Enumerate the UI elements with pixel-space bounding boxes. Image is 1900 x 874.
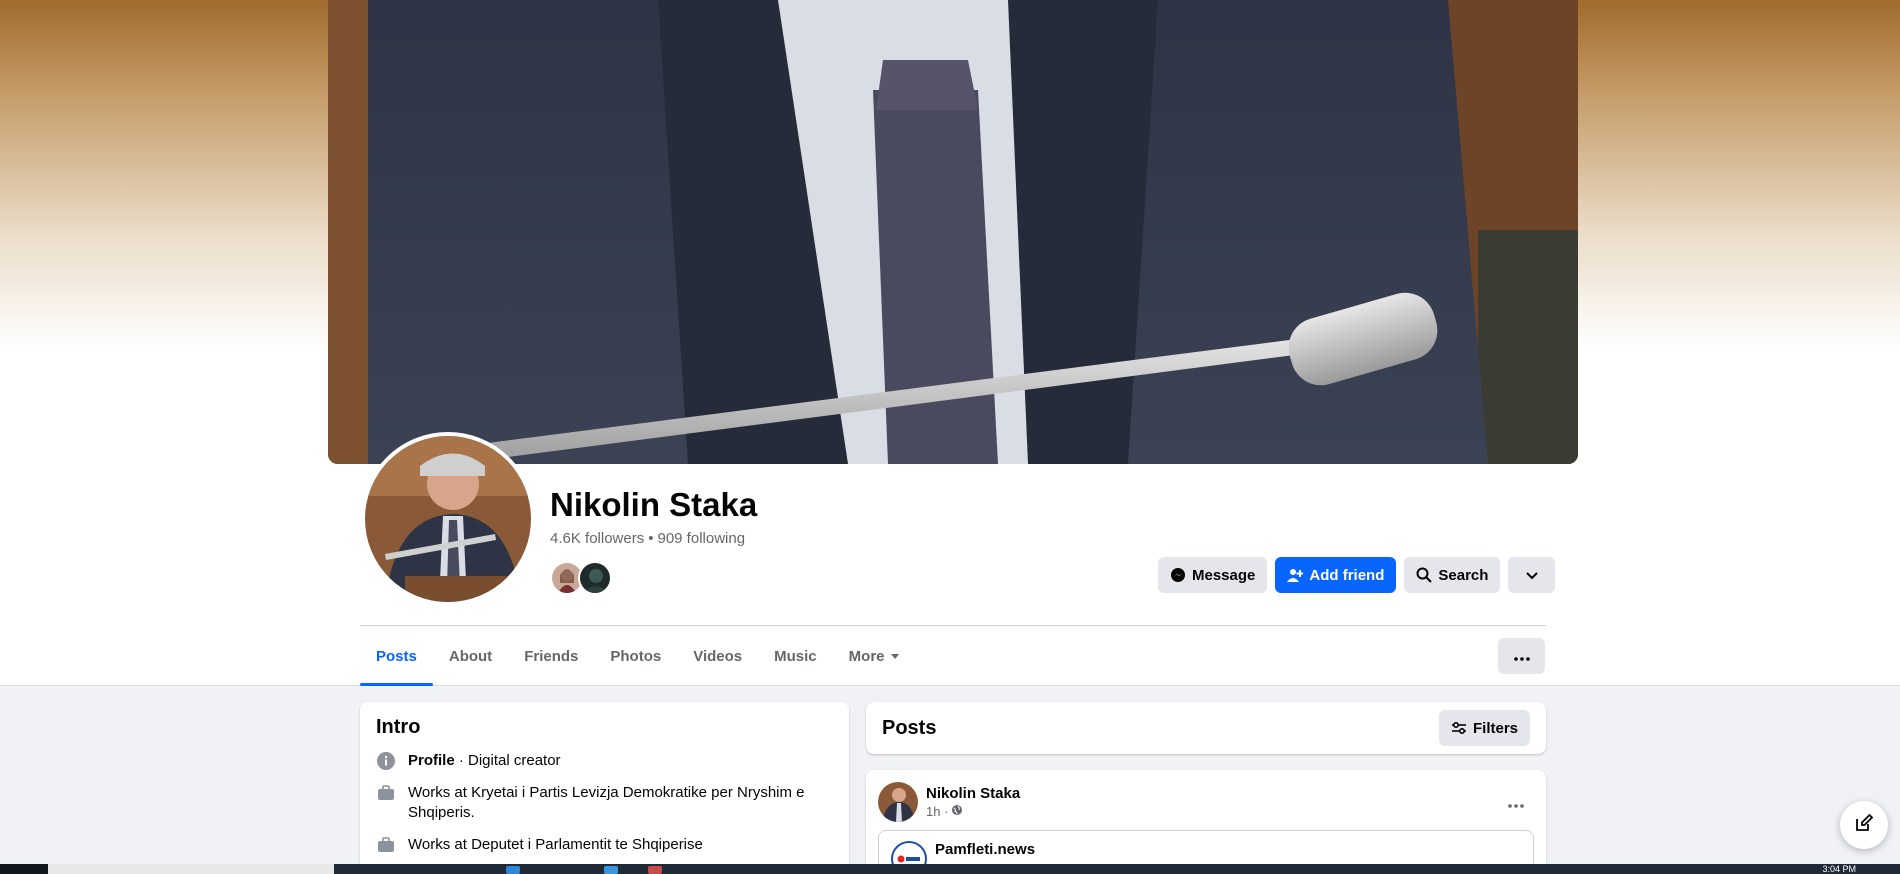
new-message-button[interactable] bbox=[1840, 801, 1888, 849]
tabs-more-options-button[interactable] bbox=[1498, 638, 1545, 674]
compose-icon bbox=[1854, 813, 1874, 838]
post-options-button[interactable] bbox=[1498, 786, 1534, 822]
stats-separator: • bbox=[648, 530, 654, 547]
intro-card: Intro Profile · Digital creator Works at… bbox=[360, 702, 849, 874]
more-dots-icon bbox=[1508, 795, 1524, 813]
tab-videos[interactable]: Videos bbox=[677, 627, 758, 686]
globe-icon bbox=[951, 804, 963, 819]
message-button-label: Message bbox=[1192, 566, 1256, 584]
tab-label: Videos bbox=[693, 648, 743, 665]
intro-profile-label: Profile bbox=[408, 752, 455, 769]
intro-work-row: Works at Kryetai i Partis Levizja Demokr… bbox=[376, 783, 833, 823]
taskbar-app-icon[interactable] bbox=[648, 866, 662, 874]
intro-title: Intro bbox=[376, 716, 421, 738]
intro-work-text: Works at Deputet i Parlamentit te Shqipe… bbox=[408, 836, 703, 853]
post-meta: 1h · bbox=[926, 804, 1020, 819]
add-friend-button-label: Add friend bbox=[1309, 566, 1385, 584]
chevron-down-icon bbox=[1526, 567, 1538, 584]
intro-profile-type: · Digital creator bbox=[454, 752, 561, 769]
sliders-icon bbox=[1451, 720, 1467, 736]
cover-photo[interactable] bbox=[328, 0, 1578, 464]
taskbar-app-icon[interactable] bbox=[506, 866, 520, 874]
profile-tabs: Posts About Friends Photos Videos Music … bbox=[360, 627, 915, 686]
tab-label: Friends bbox=[524, 648, 579, 665]
briefcase-icon bbox=[376, 835, 396, 855]
intro-profile-text: Profile · Digital creator bbox=[408, 751, 561, 771]
tab-label: Music bbox=[774, 648, 817, 665]
post-card: Nikolin Staka 1h · Pamfleti.news bbox=[866, 770, 1546, 874]
profile-actions: Message Add friend Search bbox=[1158, 557, 1556, 593]
profile-menu-button[interactable] bbox=[1508, 557, 1556, 593]
add-friend-button[interactable]: Add friend bbox=[1275, 557, 1397, 593]
add-person-icon bbox=[1287, 567, 1304, 583]
more-dots-icon bbox=[1513, 648, 1530, 665]
header-divider bbox=[360, 625, 1546, 626]
profile-avatar[interactable] bbox=[361, 432, 535, 606]
info-icon bbox=[376, 751, 396, 771]
following-link[interactable]: 909 following bbox=[657, 530, 745, 547]
tab-more[interactable]: More bbox=[833, 627, 915, 686]
mutual-friends[interactable] bbox=[550, 561, 620, 595]
tab-label: Photos bbox=[610, 648, 662, 665]
followers-link[interactable]: 4.6K followers bbox=[550, 530, 644, 547]
profile-name: Nikolin Staka bbox=[550, 486, 758, 523]
message-button[interactable]: Message bbox=[1158, 557, 1268, 593]
caret-down-icon bbox=[890, 654, 899, 659]
profile-photo-image bbox=[365, 436, 531, 602]
tab-friends[interactable]: Friends bbox=[508, 627, 594, 686]
search-button-label: Search bbox=[1438, 566, 1489, 584]
briefcase-icon bbox=[376, 783, 396, 803]
post-author-info: Nikolin Staka 1h · bbox=[926, 785, 1020, 819]
tab-about[interactable]: About bbox=[433, 627, 508, 686]
posts-title: Posts bbox=[882, 716, 937, 739]
search-icon bbox=[1416, 567, 1433, 583]
post-author-avatar[interactable] bbox=[878, 782, 918, 822]
posts-header-card: Posts Filters bbox=[866, 702, 1546, 754]
profile-stats: 4.6K followers • 909 following bbox=[550, 530, 745, 547]
tab-label: About bbox=[448, 648, 493, 665]
taskbar-clock: 3:04 PM bbox=[1822, 864, 1856, 874]
filters-button[interactable]: Filters bbox=[1438, 710, 1530, 746]
taskbar-search-box[interactable] bbox=[48, 864, 334, 874]
intro-profile-row: Profile · Digital creator bbox=[376, 751, 833, 771]
post-author-name[interactable]: Nikolin Staka bbox=[926, 785, 1020, 802]
search-button[interactable]: Search bbox=[1404, 557, 1501, 593]
post-header: Nikolin Staka 1h · bbox=[878, 782, 1534, 822]
tab-label: Posts bbox=[376, 648, 417, 665]
tab-label: More bbox=[848, 648, 885, 665]
filters-button-label: Filters bbox=[1472, 719, 1518, 737]
mutual-friend-avatar[interactable] bbox=[578, 561, 612, 595]
intro-work-text: Works at Kryetai i Partis Levizja Demokr… bbox=[408, 784, 805, 821]
os-taskbar: 3:04 PM bbox=[0, 864, 1900, 874]
tab-photos[interactable]: Photos bbox=[594, 627, 677, 686]
tab-music[interactable]: Music bbox=[758, 627, 833, 686]
taskbar-app-icon[interactable] bbox=[604, 866, 618, 874]
tab-posts[interactable]: Posts bbox=[360, 627, 433, 686]
post-timestamp[interactable]: 1h · bbox=[926, 804, 948, 819]
messenger-icon bbox=[1170, 567, 1186, 583]
start-button[interactable] bbox=[0, 864, 48, 874]
intro-work-row: Works at Deputet i Parlamentit te Shqipe… bbox=[376, 835, 833, 855]
